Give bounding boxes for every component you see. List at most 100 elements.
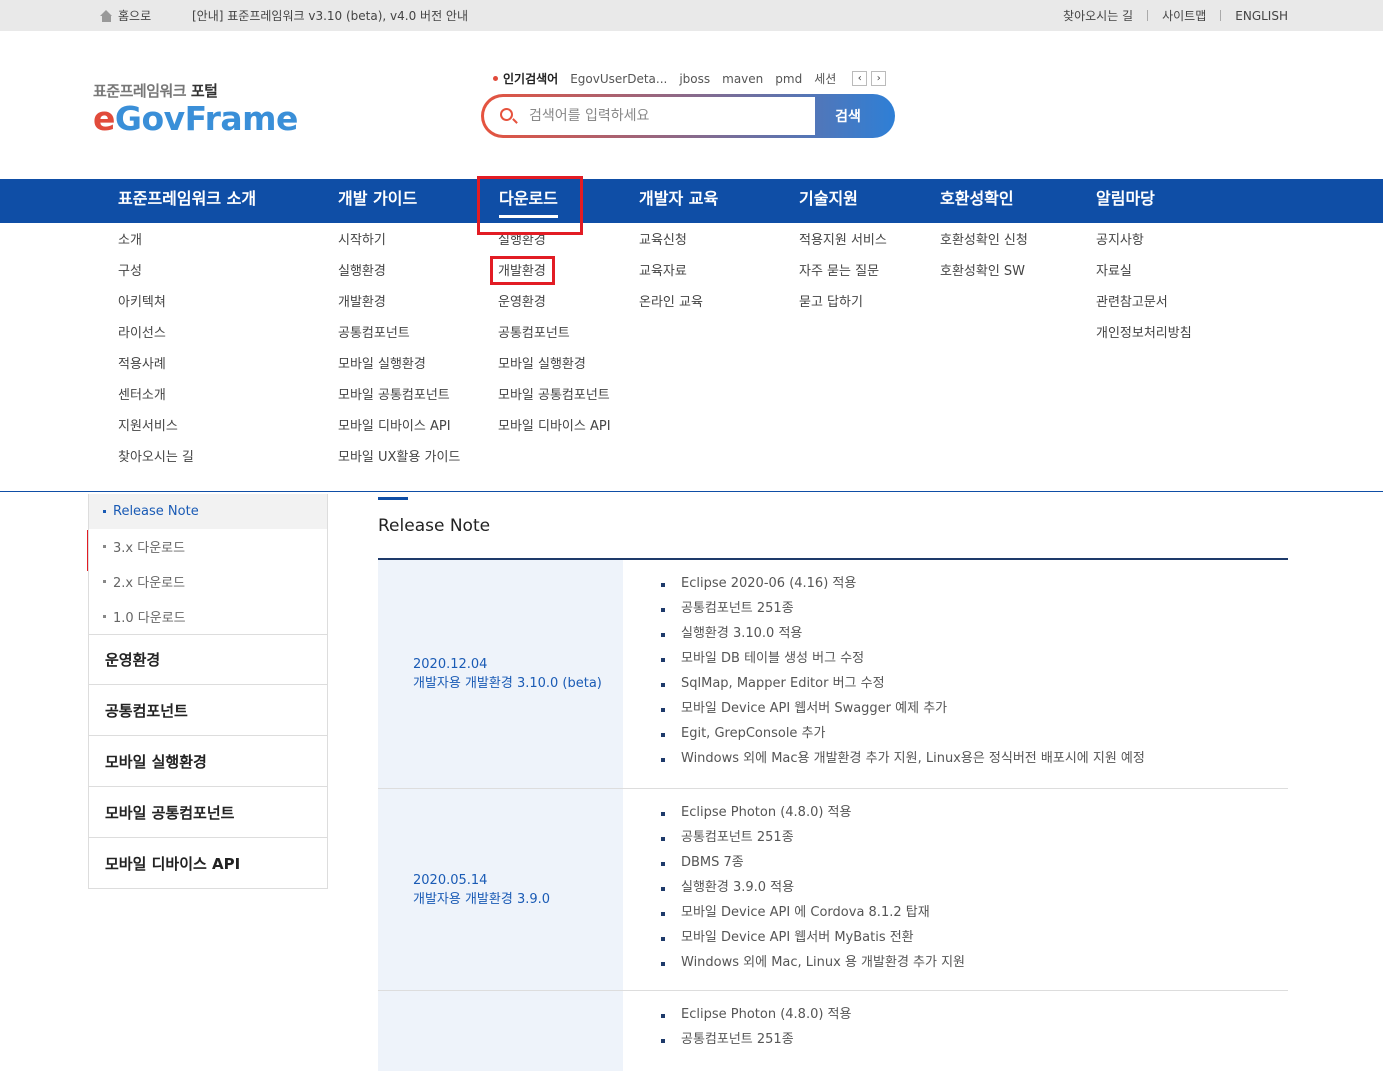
submenu-item[interactable]: 소개 <box>118 232 194 263</box>
main-navigation: 표준프레임워크 소개 개발 가이드 다운로드 개발자 교육 기술지원 호환성확인… <box>0 179 1383 223</box>
list-item: 모바일 Device API 에 Cordova 8.1.2 탑재 <box>661 904 1288 929</box>
list-item: 실행환경 3.10.0 적용 <box>661 625 1288 650</box>
home-link[interactable]: 홈으로 <box>100 7 151 24</box>
list-item: 모바일 DB 테이블 생성 버그 수정 <box>661 650 1288 675</box>
submenu-item[interactable]: 적용지원 서비스 <box>799 232 887 263</box>
submenu-item[interactable]: 교육신청 <box>639 232 703 263</box>
release-version-cell <box>378 991 623 1071</box>
list-item: DBMS 7종 <box>661 854 1288 879</box>
release-date: 2020.05.14 <box>413 872 488 888</box>
english-link[interactable]: ENGLISH <box>1235 9 1288 23</box>
submenu-item[interactable]: 모바일 디바이스 API <box>338 418 460 449</box>
notice-link[interactable]: [안내] 표준프레임워크 v3.10 (beta), v4.0 버전 안내 <box>192 7 468 24</box>
list-item: 공통컴포넌트 251종 <box>661 829 1288 854</box>
side-item-3x-download[interactable]: 3.x 다운로드 <box>89 529 327 564</box>
keyword-link[interactable]: pmd <box>775 72 802 86</box>
release-row: 2020.12.04 개발자용 개발환경 3.10.0 (beta) Eclip… <box>378 560 1288 789</box>
title-accent <box>378 497 408 500</box>
release-items: Eclipse Photon (4.8.0) 적용 공통컴포넌트 251종 DB… <box>661 789 1288 979</box>
submenu-item[interactable]: 온라인 교육 <box>639 294 703 325</box>
submenu-item[interactable]: 묻고 답하기 <box>799 294 887 325</box>
nav-education[interactable]: 개발자 교육 <box>639 179 718 223</box>
submenu-intro: 소개 구성 아키텍쳐 라이선스 적용사례 센터소개 지원서비스 찾아오시는 길 <box>118 232 194 480</box>
nav-intro[interactable]: 표준프레임워크 소개 <box>118 179 256 223</box>
home-label: 홈으로 <box>118 9 152 23</box>
search-box: 검색 <box>481 94 895 138</box>
submenu-item[interactable]: 운영환경 <box>498 294 611 325</box>
release-items: Eclipse Photon (4.8.0) 적용 공통컴포넌트 251종 <box>661 991 1288 1056</box>
sitemap-link[interactable]: 사이트맵 <box>1162 7 1206 24</box>
submenu-item[interactable]: 모바일 공통컴포넌트 <box>338 387 460 418</box>
utility-links: 찾아오시는 길 사이트맵 ENGLISH <box>1063 7 1288 24</box>
submenu-item[interactable]: 아키텍쳐 <box>118 294 194 325</box>
submenu-item[interactable]: 적용사례 <box>118 356 194 387</box>
nav-dev-guide[interactable]: 개발 가이드 <box>338 179 417 223</box>
submenu-item[interactable]: 공지사항 <box>1096 232 1192 263</box>
prev-keyword-button[interactable]: ‹ <box>852 71 868 86</box>
site-logo[interactable]: 표준프레임워크 포털 eGovFrame <box>93 80 298 135</box>
submenu-item[interactable]: 찾아오시는 길 <box>118 449 194 480</box>
highlight-box-download <box>477 176 583 235</box>
submenu-notice: 공지사항 자료실 관련참고문서 개인정보처리방침 <box>1096 232 1192 356</box>
release-version: 개발자용 개발환경 3.9.0 <box>413 891 551 907</box>
release-version: 개발자용 개발환경 3.10.0 (beta) <box>413 676 602 691</box>
nav-notice[interactable]: 알림마당 <box>1096 179 1155 223</box>
keyword-link[interactable]: EgovUserDeta... <box>570 72 667 86</box>
side-item-2x-download[interactable]: 2.x 다운로드 <box>89 564 327 599</box>
submenu-item[interactable]: 센터소개 <box>118 387 194 418</box>
bullet-icon <box>103 545 106 548</box>
submenu-item[interactable]: 공통컴포넌트 <box>498 325 611 356</box>
list-item: Windows 외에 Mac용 개발환경 추가 지원, Linux용은 정식버전… <box>661 750 1288 775</box>
submenu-item[interactable]: 호환성확인 신청 <box>940 232 1028 263</box>
side-item-mobile-runtime[interactable]: 모바일 실행환경 <box>88 736 328 787</box>
submenu-tech-support: 적용지원 서비스 자주 묻는 질문 묻고 답하기 <box>799 232 887 325</box>
submenu-item[interactable]: 모바일 디바이스 API <box>498 418 611 449</box>
highlight-box-dev-env <box>490 256 555 285</box>
list-item: 공통컴포넌트 251종 <box>661 600 1288 625</box>
submenu-item[interactable]: 자료실 <box>1096 263 1192 294</box>
side-navigation: Release Note 3.x 다운로드 2.x 다운로드 1.0 다운로드 … <box>88 494 328 889</box>
list-item: Eclipse Photon (4.8.0) 적용 <box>661 1006 1288 1031</box>
directions-link[interactable]: 찾아오시는 길 <box>1063 7 1133 24</box>
submenu-item[interactable]: 관련참고문서 <box>1096 294 1192 325</box>
side-item-release-note[interactable]: Release Note <box>89 494 327 529</box>
keyword-link[interactable]: jboss <box>679 72 710 86</box>
submenu-item[interactable]: 개인정보처리방침 <box>1096 325 1192 356</box>
submenu-item[interactable]: 교육자료 <box>639 263 703 294</box>
submenu-item[interactable]: 개발환경 <box>338 294 460 325</box>
side-item-common-component[interactable]: 공통컴포넌트 <box>88 685 328 736</box>
search-input[interactable] <box>529 105 799 127</box>
release-row: 2020.05.14 개발자용 개발환경 3.9.0 Eclipse Photo… <box>378 789 1288 991</box>
main-content: Release Note 2020.12.04 개발자용 개발환경 3.10.0… <box>378 497 1288 1071</box>
list-item: SqlMap, Mapper Editor 버그 수정 <box>661 675 1288 700</box>
submenu-dev-guide: 시작하기 실행환경 개발환경 공통컴포넌트 모바일 실행환경 모바일 공통컴포넌… <box>338 232 460 480</box>
submenu-item[interactable]: 라이선스 <box>118 325 194 356</box>
search-button[interactable]: 검색 <box>815 94 895 138</box>
submenu-item[interactable]: 모바일 공통컴포넌트 <box>498 387 611 418</box>
submenu-item[interactable]: 공통컴포넌트 <box>338 325 460 356</box>
submenu-item[interactable]: 모바일 UX활용 가이드 <box>338 449 460 480</box>
submenu-item[interactable]: 모바일 실행환경 <box>498 356 611 387</box>
submenu-item[interactable]: 시작하기 <box>338 232 460 263</box>
list-item: Egit, GrepConsole 추가 <box>661 725 1288 750</box>
keyword-link[interactable]: maven <box>722 72 763 86</box>
side-item-mobile-common[interactable]: 모바일 공통컴포넌트 <box>88 787 328 838</box>
release-items: Eclipse 2020-06 (4.16) 적용 공통컴포넌트 251종 실행… <box>661 560 1288 775</box>
divider <box>1147 10 1149 21</box>
next-keyword-button[interactable]: › <box>871 71 887 86</box>
side-item-mobile-device-api[interactable]: 모바일 디바이스 API <box>88 838 328 889</box>
submenu-compatibility: 호환성확인 신청 호환성확인 SW <box>940 232 1028 294</box>
list-item: 모바일 Device API 웹서버 Swagger 예제 추가 <box>661 700 1288 725</box>
nav-tech-support[interactable]: 기술지원 <box>799 179 858 223</box>
submenu-item[interactable]: 자주 묻는 질문 <box>799 263 887 294</box>
submenu-item[interactable]: 구성 <box>118 263 194 294</box>
submenu-item[interactable]: 지원서비스 <box>118 418 194 449</box>
top-utility-bar: 홈으로 [안내] 표준프레임워크 v3.10 (beta), v4.0 버전 안… <box>0 0 1383 31</box>
nav-compatibility[interactable]: 호환성확인 <box>940 179 1014 223</box>
keyword-link[interactable]: 세션 <box>814 70 836 87</box>
submenu-item[interactable]: 호환성확인 SW <box>940 263 1028 294</box>
submenu-item[interactable]: 모바일 실행환경 <box>338 356 460 387</box>
submenu-item[interactable]: 실행환경 <box>338 263 460 294</box>
side-item-10-download[interactable]: 1.0 다운로드 <box>89 599 327 634</box>
side-item-ops-env[interactable]: 운영환경 <box>88 634 328 685</box>
